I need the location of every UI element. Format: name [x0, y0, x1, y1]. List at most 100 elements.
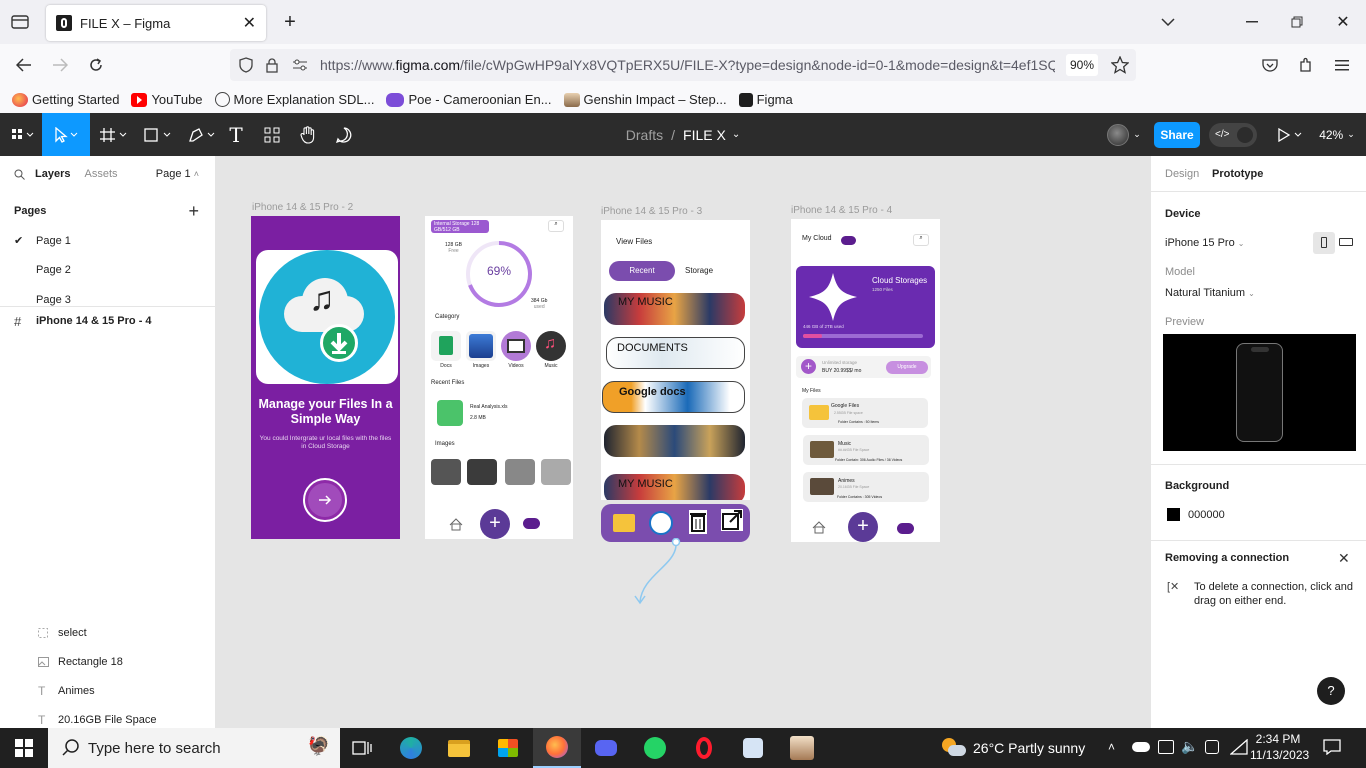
layer-rectangle-18[interactable]: Rectangle 18 [0, 647, 215, 676]
layer-animes[interactable]: T Animes [0, 676, 215, 705]
search-icon[interactable]: ⌕ [548, 220, 564, 232]
start-button[interactable] [303, 478, 347, 522]
file-card-documents[interactable]: DOCUMENTS [606, 337, 745, 369]
lock-icon[interactable] [262, 55, 282, 75]
store-icon[interactable] [484, 728, 532, 768]
bookmark-poe[interactable]: Poe - Cameroonian En... [386, 92, 552, 107]
recent-file-item[interactable]: Real Analysis.xls 2.8 MB [433, 396, 567, 430]
layer-select[interactable]: select [0, 618, 215, 647]
close-tab-icon[interactable]: ✕ [243, 13, 256, 33]
music-category[interactable]: ♫ Music [536, 331, 566, 369]
videos-category[interactable]: Videos [501, 331, 531, 369]
model-select[interactable]: Natural Titanium ⌄ [1165, 287, 1255, 299]
notifications-icon[interactable] [1323, 739, 1341, 755]
url-bar[interactable]: https://www.figma.com/file/cWpGwHP9alYx8… [230, 49, 1136, 81]
landscape-orientation-icon[interactable] [1339, 238, 1353, 246]
tab-list-icon[interactable] [10, 12, 30, 32]
images-category[interactable]: Images [466, 331, 496, 369]
file-card-google-docs[interactable]: Google docs [602, 381, 745, 413]
tab-overflow-chevron-icon[interactable] [1158, 12, 1178, 32]
url-text[interactable]: https://www.figma.com/file/cWpGwHP9alYx8… [320, 57, 1055, 73]
battery-icon[interactable] [1158, 740, 1174, 754]
whatsapp-icon[interactable] [631, 728, 679, 768]
frame-view-files[interactable]: View Files Recent Storage MY MUSIC DOCUM… [601, 220, 750, 500]
folder-add-icon[interactable] [613, 514, 635, 532]
bookmark-youtube[interactable]: YouTube [131, 92, 203, 107]
tab-prototype[interactable]: Prototype [1212, 168, 1263, 180]
tab-storage[interactable]: Storage [685, 266, 713, 275]
trash-icon[interactable] [689, 510, 707, 534]
tab-layers[interactable]: Layers [35, 168, 70, 180]
image-thumb[interactable] [505, 459, 535, 485]
tray-chevron-icon[interactable]: ˄ [1108, 740, 1115, 754]
genshin-taskbar-icon[interactable] [778, 728, 826, 768]
home-icon[interactable] [449, 518, 463, 531]
image-thumb[interactable] [541, 459, 571, 485]
windows-start-icon[interactable] [0, 728, 48, 768]
task-view-icon[interactable] [338, 728, 386, 768]
file-card-anime[interactable] [604, 425, 745, 457]
breadcrumb-drafts[interactable]: Drafts [626, 127, 663, 143]
taskbar-search[interactable]: Type here to search 🦃 [48, 728, 340, 768]
forward-icon[interactable] [50, 55, 70, 75]
folder-music[interactable]: Music ##.##GB File Space Folder Contain:… [803, 435, 929, 465]
file-card-music[interactable]: MY MUSIC [604, 293, 745, 325]
weather-icon[interactable] [940, 736, 966, 760]
cloud-storage-card[interactable]: Cloud Storages 1250 Files 446 GB of 2TB … [796, 266, 935, 348]
wifi-icon[interactable] [1230, 739, 1248, 755]
zoom-level[interactable]: 90% [1066, 54, 1098, 76]
minimize-icon[interactable] [1242, 12, 1262, 32]
volume-icon[interactable]: 🔈 [1181, 738, 1198, 755]
folder-google-files[interactable]: Google Files 2.55GB File space Folder Co… [802, 398, 928, 428]
export-icon[interactable] [721, 509, 743, 531]
page-item-2[interactable]: Page 2 [0, 255, 215, 284]
page-selector[interactable]: Page 1 ˄ [156, 168, 199, 180]
file-card-music-2[interactable]: MY MUSIC [604, 474, 745, 500]
file-explorer-icon[interactable] [435, 728, 483, 768]
zoom-menu[interactable]: 42% ⌄ [1314, 113, 1360, 156]
search-icon[interactable]: ⌕ [913, 234, 929, 246]
extensions-icon[interactable] [1296, 55, 1316, 75]
app-icon[interactable] [729, 728, 777, 768]
folder-animes[interactable]: Animes 20.16GB File Space Folder Contain… [803, 472, 929, 502]
page-item-1[interactable]: ✔ Page 1 [0, 226, 215, 255]
background-hex[interactable]: 000000 [1188, 509, 1225, 521]
prototype-connection-arrow[interactable] [630, 538, 686, 608]
tab-assets[interactable]: Assets [84, 168, 117, 180]
browser-tab-active[interactable]: FILE X – Figma ✕ [46, 5, 266, 41]
add-page-icon[interactable]: + [188, 201, 199, 222]
image-thumb[interactable] [467, 459, 497, 485]
canvas[interactable]: iPhone 14 & 15 Pro - 2 ♫ Manage your Fil… [216, 156, 1150, 728]
frame-label-2[interactable]: iPhone 14 & 15 Pro - 2 [252, 202, 353, 213]
page-item-3[interactable]: Page 3 [0, 284, 215, 306]
image-thumb[interactable] [431, 459, 461, 485]
frame-label-3[interactable]: iPhone 14 & 15 Pro - 3 [601, 206, 702, 217]
bookmark-genshin[interactable]: Genshin Impact – Step... [563, 92, 727, 107]
search-layers-icon[interactable] [14, 169, 25, 180]
discord-icon[interactable] [582, 728, 630, 768]
cloud-icon[interactable] [897, 523, 914, 534]
share-file-icon[interactable] [649, 511, 673, 535]
dev-mode-toggle[interactable]: </> [1208, 113, 1258, 156]
weather-text[interactable]: 26°C Partly sunny [973, 740, 1085, 756]
menu-icon[interactable] [1332, 55, 1352, 75]
present-play-icon[interactable] [1272, 113, 1308, 156]
home-icon[interactable] [812, 521, 826, 534]
device-select[interactable]: iPhone 15 Pro ⌄ [1165, 237, 1244, 249]
tab-design[interactable]: Design [1165, 168, 1199, 180]
onedrive-icon[interactable] [1132, 742, 1150, 752]
edge-icon[interactable] [387, 728, 435, 768]
avatar[interactable]: ⌄ [1104, 113, 1144, 156]
cloud-icon[interactable] [523, 518, 540, 529]
frame-label-4[interactable]: iPhone 14 & 15 Pro - 4 [791, 205, 892, 216]
file-menu-chevron-icon[interactable]: ⌄ [732, 129, 740, 140]
layer-frame-selected[interactable]: # iPhone 14 & 15 Pro - 4 [0, 307, 215, 335]
back-icon[interactable] [14, 55, 34, 75]
bookmark-figma[interactable]: Figma [738, 92, 793, 107]
frame-storage[interactable]: Internal Storage 128 GB/512 GB ⌕ 128 GB F… [425, 216, 573, 539]
clock[interactable]: 2:34 PM 11/13/2023 [1250, 731, 1309, 763]
upgrade-button[interactable]: Upgrade [886, 361, 928, 374]
add-button[interactable]: + [848, 512, 878, 542]
share-button[interactable]: Share [1154, 122, 1200, 148]
frame-my-cloud[interactable]: My Cloud ⌕ Cloud Storages 1250 Files 446… [791, 219, 940, 542]
